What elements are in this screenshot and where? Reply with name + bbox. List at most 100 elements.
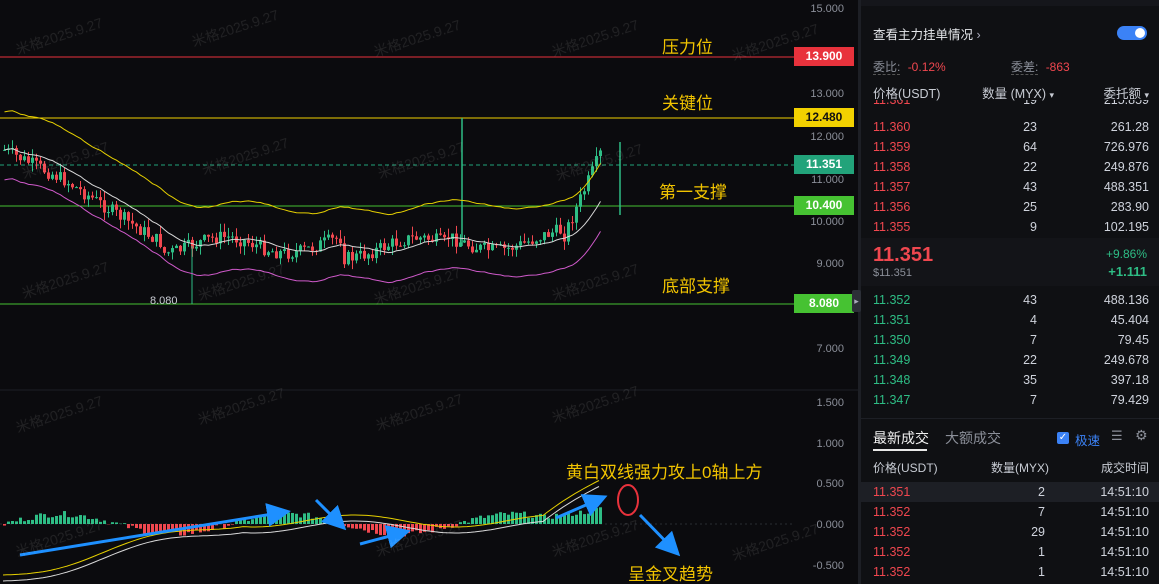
macd-bar: [575, 514, 578, 524]
macd-bar: [487, 515, 490, 524]
macd-bar: [39, 513, 42, 524]
kline-chart[interactable]: 15.000 13.000 12.000 11.000 10.000 9.000…: [0, 0, 858, 584]
macd-bar: [227, 524, 230, 526]
settings-sliders-icon[interactable]: ☰: [1111, 428, 1123, 444]
bid-row[interactable]: 11.351 4 45.404: [873, 310, 1149, 330]
candle-body: [547, 232, 550, 237]
macd-bar: [491, 515, 494, 524]
candle-body: [531, 241, 534, 244]
macd-bar: [51, 517, 54, 524]
macd-bar: [43, 514, 46, 524]
macd-axis-label: 0.000: [816, 519, 844, 531]
ask-row[interactable]: 11.361 19 215.859: [873, 100, 1149, 110]
ask-row[interactable]: 11.357 43 488.351: [873, 177, 1149, 197]
candle-body: [379, 243, 382, 248]
macd-bar: [7, 521, 10, 524]
candle-body: [567, 222, 570, 242]
trade-row[interactable]: 11.352 7 14:51:10: [873, 502, 1149, 522]
main-orders-toggle[interactable]: [1117, 26, 1147, 40]
panel-top-strip: [861, 0, 1159, 6]
bid-qty: 7: [1030, 333, 1037, 347]
candle-body: [371, 254, 374, 259]
candle-body: [335, 237, 338, 239]
bid-row[interactable]: 11.352 43 488.136: [873, 290, 1149, 310]
bid-row[interactable]: 11.347 7 79.429: [873, 390, 1149, 410]
trade-row[interactable]: 11.351 2 14:51:10: [873, 482, 1149, 502]
candle-body: [367, 254, 370, 259]
change-percent: +9.86%: [1105, 247, 1147, 261]
candle-body: [491, 244, 494, 251]
ask-price: 11.358: [873, 160, 911, 174]
trade-row[interactable]: 11.352 1 14:51:10: [873, 542, 1149, 562]
tab-large-trades[interactable]: 大额成交: [945, 428, 1001, 448]
diff-row: 委差: -863: [1011, 58, 1070, 75]
last-price-usd: $11.351: [873, 267, 912, 279]
support-price-tag: 10.400: [794, 196, 854, 215]
macd-bar: [515, 512, 518, 524]
trade-row[interactable]: 11.352 29 14:51:10: [873, 522, 1149, 542]
ask-row[interactable]: 11.359 64 726.976: [873, 137, 1149, 157]
ask-qty: 22: [1023, 160, 1037, 174]
candle-body: [427, 235, 430, 240]
candle-body: [171, 248, 174, 253]
ask-row[interactable]: 11.355 9 102.195: [873, 217, 1149, 237]
show-main-orders-link[interactable]: 查看主力挂单情况 ›: [873, 24, 981, 43]
macd-bar: [507, 514, 510, 524]
trade-price: 11.352: [873, 525, 911, 539]
candle-body: [375, 247, 378, 259]
ask-price: 11.355: [873, 220, 911, 234]
candle-body: [351, 252, 354, 261]
trade-time: 14:51:10: [1100, 545, 1149, 559]
bid-row[interactable]: 11.350 7 79.45: [873, 330, 1149, 350]
trade-row[interactable]: 11.352 1 14:51:10: [873, 562, 1149, 582]
gear-icon[interactable]: ⚙: [1135, 427, 1148, 444]
tab-latest-trades[interactable]: 最新成交: [873, 428, 929, 448]
candle-body: [363, 250, 366, 259]
candle-body: [83, 189, 86, 200]
macd-bar: [343, 524, 346, 527]
macd-bar: [551, 518, 554, 524]
fast-mode-checkbox[interactable]: ✓: [1057, 432, 1069, 444]
candle-body: [243, 239, 246, 247]
ask-qty: 19: [1023, 100, 1037, 107]
candle-body: [439, 233, 442, 235]
candle-body: [247, 239, 250, 243]
ask-price: 11.356: [873, 200, 911, 214]
macd-bar: [47, 517, 50, 524]
macd-bar: [287, 512, 290, 524]
trade-qty: 2: [1038, 485, 1045, 499]
macd-bar: [63, 511, 66, 524]
candle-body: [479, 244, 482, 250]
ask-row[interactable]: 11.360 23 261.28: [873, 117, 1149, 137]
trade-price: 11.352: [873, 545, 911, 559]
candle-body: [575, 206, 578, 223]
collapse-handle-icon[interactable]: ▸: [852, 290, 861, 312]
bid-amount: 397.18: [1110, 373, 1149, 387]
macd-bar: [371, 524, 374, 531]
trade-price: 11.351: [873, 485, 911, 499]
candle-body: [59, 172, 62, 180]
candle-body: [507, 247, 510, 249]
candle-body: [543, 232, 546, 241]
bid-row[interactable]: 11.348 35 397.18: [873, 370, 1149, 390]
candle-body: [111, 204, 114, 213]
ask-row[interactable]: 11.358 22 249.876: [873, 157, 1149, 177]
macd-bar: [303, 513, 306, 524]
macd-axis-label: 1.000: [816, 438, 844, 450]
change-value: +1.111: [1108, 264, 1147, 279]
candle-body: [403, 245, 406, 247]
trade-time: 14:51:10: [1100, 565, 1149, 579]
low-price-marker: 8.080: [150, 295, 178, 307]
ask-price: 11.357: [873, 180, 911, 194]
bid-row[interactable]: 11.349 22 249.678: [873, 350, 1149, 370]
candle-body: [415, 236, 418, 240]
macd-bar: [387, 524, 390, 536]
golden-cross-circle: [617, 484, 639, 516]
candle-body: [583, 191, 586, 195]
ask-row[interactable]: 11.356 25 283.90: [873, 197, 1149, 217]
trade-qty-header: 数量(MYX): [991, 461, 1049, 475]
candle-body: [195, 246, 198, 249]
trade-qty: 1: [1038, 545, 1045, 559]
golden-cross-annotation: 呈金叉趋势: [628, 565, 713, 584]
candle-body: [279, 250, 282, 259]
